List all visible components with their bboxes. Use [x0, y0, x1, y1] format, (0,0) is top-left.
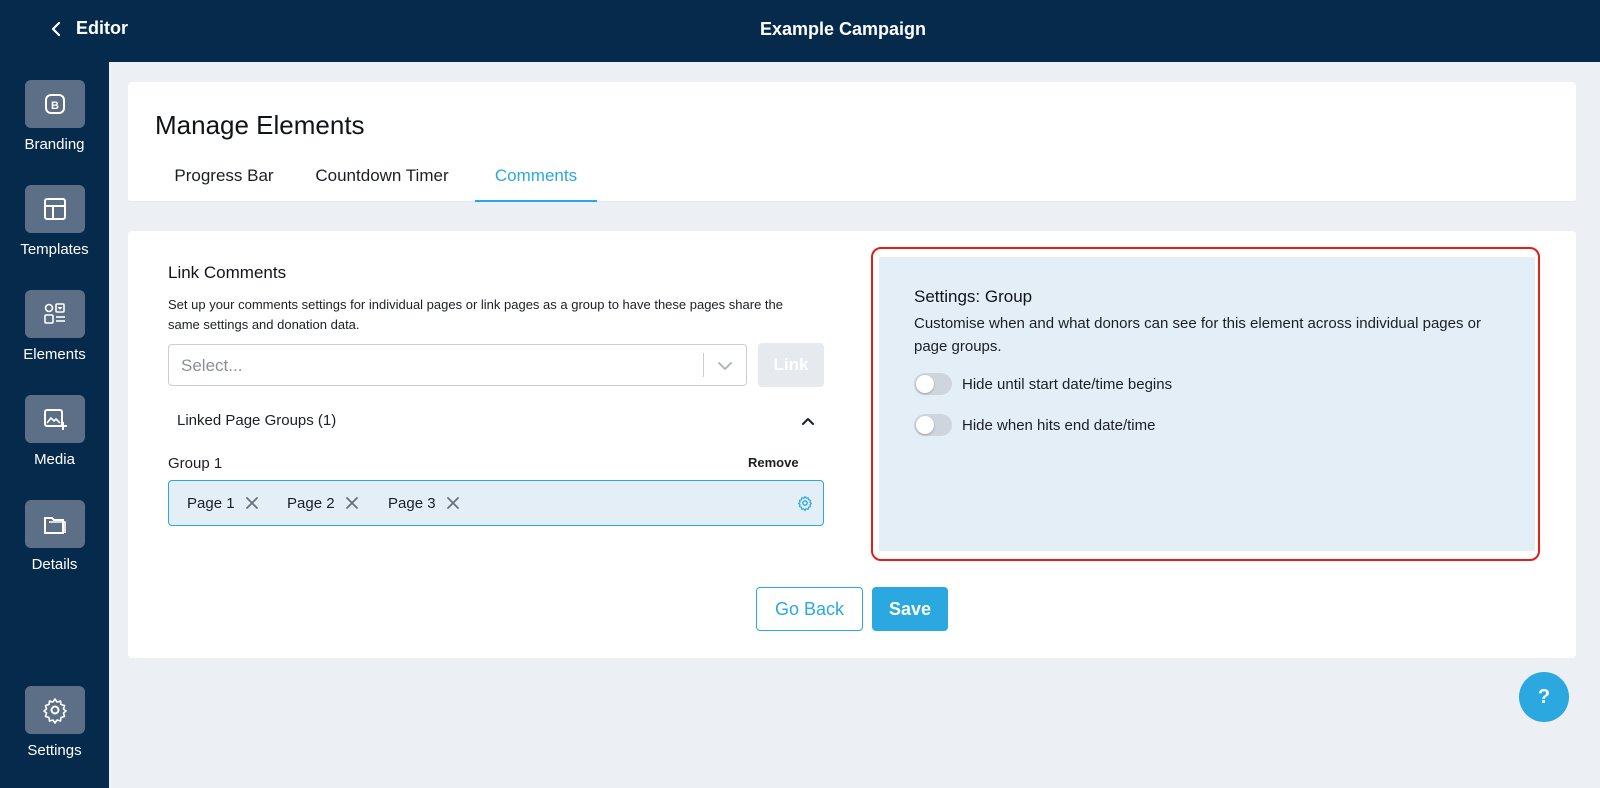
details-icon — [24, 500, 85, 548]
sidebar-item-settings[interactable]: Settings — [0, 686, 109, 759]
sidebar-item-label: Settings — [27, 742, 82, 759]
select-divider — [703, 353, 704, 377]
campaign-title: Example Campaign — [759, 19, 927, 39]
linked-page-groups-label: Linked Page Groups (1) — [177, 412, 337, 429]
sidebar-item-templates[interactable]: Templates — [0, 185, 109, 258]
group-pages-box[interactable]: Page 1 Page 2 Page 3 — [168, 480, 824, 526]
page-chip-label: Page 3 — [388, 494, 436, 512]
header-card: Manage Elements Progress Bar Countdown T… — [128, 82, 1576, 202]
page-chip[interactable]: Page 3 — [388, 488, 460, 518]
top-bar: Editor Example Campaign — [0, 0, 1600, 62]
select-placeholder: Select... — [181, 356, 243, 375]
elements-icon — [24, 290, 85, 338]
sidebar-item-label: Details — [31, 556, 78, 573]
toggle-label: Hide until start date/time begins — [962, 375, 1173, 393]
close-icon[interactable] — [345, 496, 359, 510]
sidebar-item-elements[interactable]: Elements — [0, 290, 109, 363]
page-chip-label: Page 2 — [287, 494, 335, 512]
sidebar-item-label: Templates — [20, 241, 89, 258]
toggle-row-hide-at-end: Hide when hits end date/time — [914, 414, 1155, 436]
help-button[interactable]: ? — [1519, 672, 1569, 722]
page-chip[interactable]: Page 1 — [187, 488, 259, 518]
tab-comments[interactable]: Comments — [475, 160, 597, 202]
sidebar-item-details[interactable]: Details — [0, 500, 109, 573]
toggle-row-hide-until-start: Hide until start date/time begins — [914, 373, 1172, 395]
hide-until-start-toggle[interactable] — [914, 373, 952, 395]
tab-countdown-timer[interactable]: Countdown Timer — [294, 160, 470, 202]
save-button[interactable]: Save — [872, 587, 948, 631]
templates-icon — [24, 185, 85, 233]
sidebar-item-label: Media — [34, 451, 75, 468]
close-icon[interactable] — [446, 496, 460, 510]
settings-description: Customise when and what donors can see f… — [914, 315, 1481, 355]
chevron-down-icon — [718, 362, 732, 370]
branding-icon: B — [24, 80, 85, 128]
tab-bar: Progress Bar Countdown Timer Comments — [128, 160, 1576, 202]
chevron-up-icon[interactable] — [800, 413, 816, 429]
hide-at-end-toggle[interactable] — [914, 414, 952, 436]
page-title: Manage Elements — [155, 110, 365, 140]
page-select-dropdown[interactable]: Select... — [168, 344, 747, 386]
group-label: Group 1 — [168, 455, 223, 472]
svg-text:B: B — [51, 100, 59, 112]
go-back-button[interactable]: Go Back — [756, 587, 863, 631]
page-chip-label: Page 1 — [187, 494, 235, 512]
link-comments-description: Set up your comments settings for indivi… — [168, 297, 783, 332]
gear-icon — [24, 686, 85, 734]
settings-group-panel: Settings: Group Customise when and what … — [879, 257, 1535, 551]
sidebar-item-branding[interactable]: B Branding — [0, 80, 109, 153]
gear-icon[interactable] — [797, 495, 813, 511]
link-comments-title: Link Comments — [168, 263, 287, 282]
toggle-label: Hide when hits end date/time — [962, 416, 1156, 434]
sidebar-item-label: Branding — [24, 136, 85, 153]
link-button[interactable]: Link — [758, 343, 824, 387]
close-icon[interactable] — [245, 496, 259, 510]
page-chip[interactable]: Page 2 — [287, 488, 359, 518]
sidebar-item-label: Elements — [23, 346, 86, 363]
remove-group-link[interactable]: Remove — [748, 455, 799, 470]
tab-progress-bar[interactable]: Progress Bar — [155, 160, 293, 202]
settings-title: Settings: Group — [914, 287, 1033, 306]
sidebar-item-media[interactable]: Media — [0, 395, 109, 468]
sidebar: B Branding Templates Elements Media Deta… — [0, 62, 109, 788]
media-icon — [24, 395, 85, 443]
